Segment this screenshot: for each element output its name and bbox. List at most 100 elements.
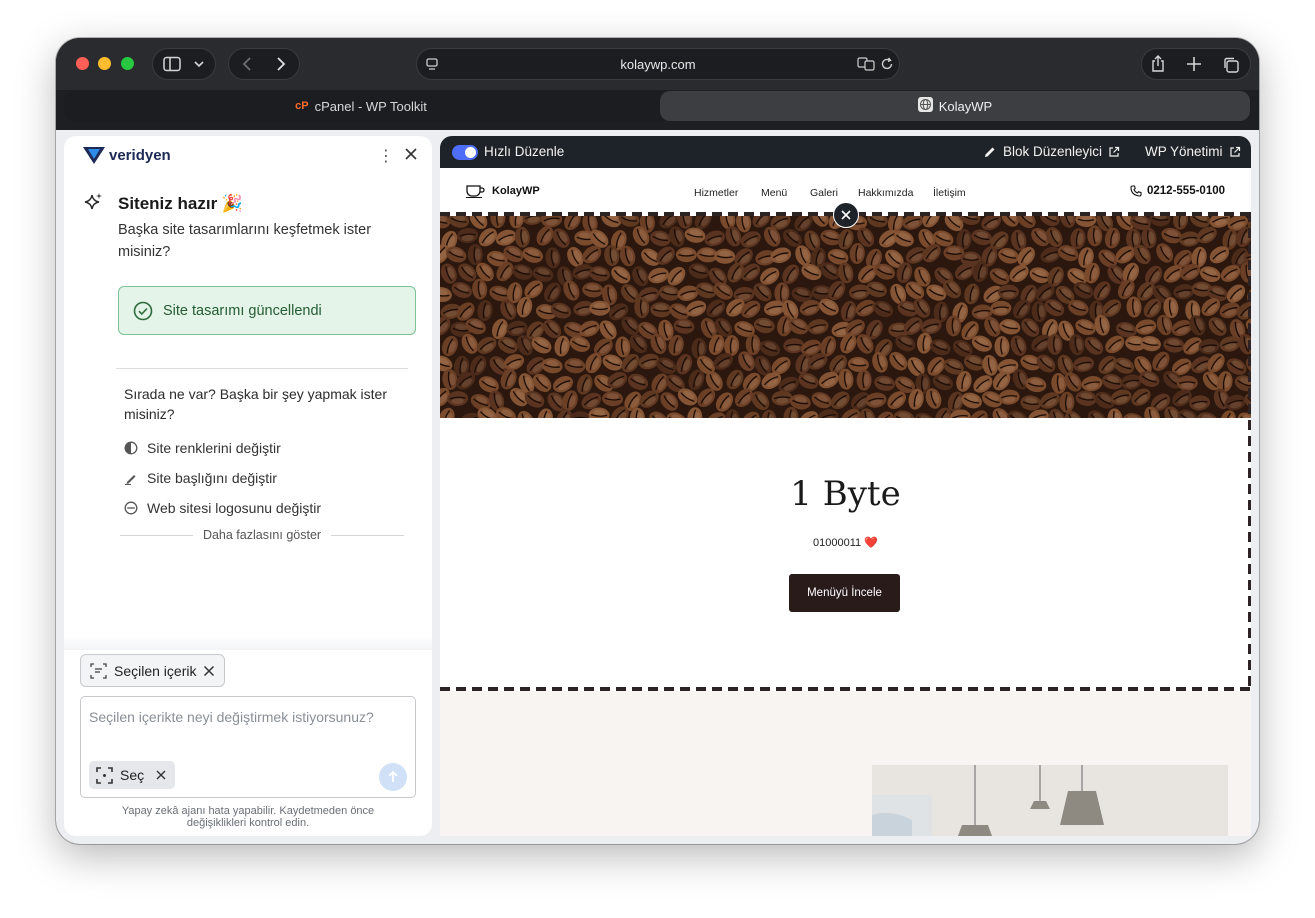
option-change-title[interactable]: Site başlığını değiştir: [124, 470, 277, 486]
deselect-section-button[interactable]: [833, 202, 859, 228]
site-logo-text: KolayWP: [492, 185, 540, 197]
tab-label: cPanel - WP Toolkit: [314, 98, 427, 114]
select-label: Seç: [120, 767, 145, 783]
selected-content-chip[interactable]: Seçilen içerik: [80, 654, 225, 687]
globe-icon: [917, 97, 933, 115]
tab-label: KolayWP: [938, 98, 993, 114]
selection-outline-right: [1248, 212, 1251, 691]
site-phone[interactable]: 0212-555-0100: [1130, 185, 1225, 197]
composer-shadow: [64, 636, 432, 650]
share-icon[interactable]: [1150, 55, 1166, 73]
nav-hizmetler[interactable]: Hizmetler: [694, 187, 738, 199]
pendant-lamp-image: [872, 765, 1228, 836]
interior-photo: [872, 765, 1228, 836]
assistant-subtitle: Başka site tasarımlarını keşfetmek ister…: [118, 222, 372, 260]
quick-edit-toggle[interactable]: [452, 145, 478, 160]
brand-name: veridyen: [109, 146, 171, 164]
nav-galeri[interactable]: Galeri: [810, 187, 838, 199]
translate-icon[interactable]: [857, 57, 875, 71]
ai-disclaimer: Yapay zekâ ajanı hata yapabilir. Kaydetm…: [121, 805, 375, 829]
contrast-icon: [124, 441, 138, 455]
site-binary-tagline: 01000011 ❤️: [813, 537, 878, 549]
veridyen-logo-icon: [83, 147, 105, 164]
view-menu-button[interactable]: Menüyü İncele: [789, 574, 900, 612]
success-alert: Site tasarımı güncellendi: [118, 286, 416, 335]
back-arrow-icon[interactable]: [241, 56, 253, 72]
select-content-icon: [90, 662, 107, 679]
sparkle-icon: [82, 192, 104, 219]
coffee-cup-icon: [466, 185, 485, 198]
tab-cpanel[interactable]: cP cPanel - WP Toolkit: [64, 91, 658, 121]
phone-number: 0212-555-0100: [1147, 185, 1226, 197]
wp-admin-link[interactable]: WP Yönetimi: [1145, 144, 1241, 159]
logo-icon: [124, 501, 138, 515]
reload-icon[interactable]: [880, 57, 894, 71]
site-settings-icon[interactable]: [425, 57, 439, 71]
cpanel-icon: cP: [295, 100, 309, 112]
divider: [120, 534, 193, 536]
show-more-row: Daha fazlasını göster: [120, 528, 404, 542]
send-button[interactable]: [379, 763, 407, 791]
forward-arrow-icon[interactable]: [275, 56, 287, 72]
option-change-colors[interactable]: Site renklerini değiştir: [124, 440, 281, 456]
close-icon: [841, 210, 851, 220]
external-link-icon: [1109, 146, 1120, 157]
success-message: Site tasarımı güncellendi: [163, 302, 322, 319]
browser-window: kolaywp.com cP cPanel - WP Toolkit Kolay…: [56, 38, 1259, 844]
veridyen-logo: veridyen: [82, 145, 171, 165]
divider: [116, 368, 408, 369]
site-heading: 1 Byte: [790, 474, 901, 514]
ai-assistant-panel: veridyen ⋮ Siteniz hazır 🎉 Başka site ta…: [64, 136, 432, 836]
new-tab-icon[interactable]: [1186, 56, 1202, 72]
option-label: Web sitesi logosunu değiştir: [147, 500, 322, 516]
history-nav-group: [228, 48, 300, 80]
site-logo[interactable]: KolayWP: [466, 184, 540, 198]
pencil-icon: [125, 475, 136, 485]
tab-kolaywp[interactable]: KolayWP: [660, 91, 1250, 121]
coffee-beans-image: [440, 216, 1251, 418]
prompt-placeholder: Seçilen içerikte neyi değiştirmek istiyo…: [89, 709, 374, 725]
chip-label: Seçilen içerik: [114, 662, 197, 679]
block-editor-label: Blok Düzenleyici: [1003, 144, 1103, 159]
close-window-button[interactable]: [76, 57, 89, 70]
pencil-icon: [985, 147, 995, 157]
tab-bar: cP cPanel - WP Toolkit KolayWP: [64, 91, 1251, 121]
option-label: Site başlığını değiştir: [147, 470, 277, 486]
url-text: kolaywp.com: [620, 56, 696, 72]
show-more-button[interactable]: Daha fazlasını göster: [203, 528, 321, 542]
zoom-window-button[interactable]: [121, 57, 134, 70]
nav-iletisim[interactable]: İletişim: [933, 187, 966, 199]
sidebar-toggle-group[interactable]: [152, 48, 216, 80]
quick-edit-label: Hızlı Düzenle: [484, 144, 565, 159]
option-label: Site renklerini değiştir: [147, 440, 281, 456]
next-question: Sırada ne var? Başka bir şey yapmak iste…: [124, 386, 388, 422]
tab-overview-icon[interactable]: [1222, 56, 1240, 74]
select-element-button[interactable]: Seç: [89, 761, 175, 789]
external-link-icon: [1229, 146, 1240, 157]
wp-admin-label: WP Yönetimi: [1145, 144, 1223, 159]
assistant-title: Siteniz hazır 🎉: [118, 194, 244, 213]
nav-hakkimizda[interactable]: Hakkımızda: [858, 187, 913, 199]
phone-icon: [1130, 185, 1142, 197]
divider: [331, 534, 404, 536]
remove-chip-icon[interactable]: [203, 665, 215, 677]
check-circle-icon: [133, 301, 153, 320]
more-options-icon[interactable]: ⋮: [378, 146, 394, 166]
arrow-up-icon: [388, 770, 398, 782]
crosshair-select-icon: [96, 766, 113, 784]
sidebar-icon[interactable]: [163, 56, 181, 72]
nav-menu[interactable]: Menü: [761, 187, 787, 199]
minimize-window-button[interactable]: [98, 57, 111, 70]
prompt-input[interactable]: Seçilen içerikte neyi değiştirmek istiyo…: [80, 696, 416, 798]
block-editor-link[interactable]: Blok Düzenleyici: [983, 144, 1120, 159]
browser-toolbar: kolaywp.com: [56, 38, 1259, 90]
window-actions-group: [1141, 48, 1251, 80]
quick-edit-bar: Hızlı Düzenle Blok Düzenleyici WP Yöneti…: [440, 136, 1251, 168]
site-preview: Hızlı Düzenle Blok Düzenleyici WP Yöneti…: [440, 136, 1251, 836]
page-content: veridyen ⋮ Siteniz hazır 🎉 Başka site ta…: [56, 130, 1259, 844]
remove-select-icon[interactable]: [156, 770, 166, 780]
close-panel-icon[interactable]: [402, 145, 420, 163]
address-bar[interactable]: kolaywp.com: [416, 48, 900, 80]
chevron-down-icon[interactable]: [193, 58, 205, 70]
option-change-logo[interactable]: Web sitesi logosunu değiştir: [124, 500, 321, 516]
